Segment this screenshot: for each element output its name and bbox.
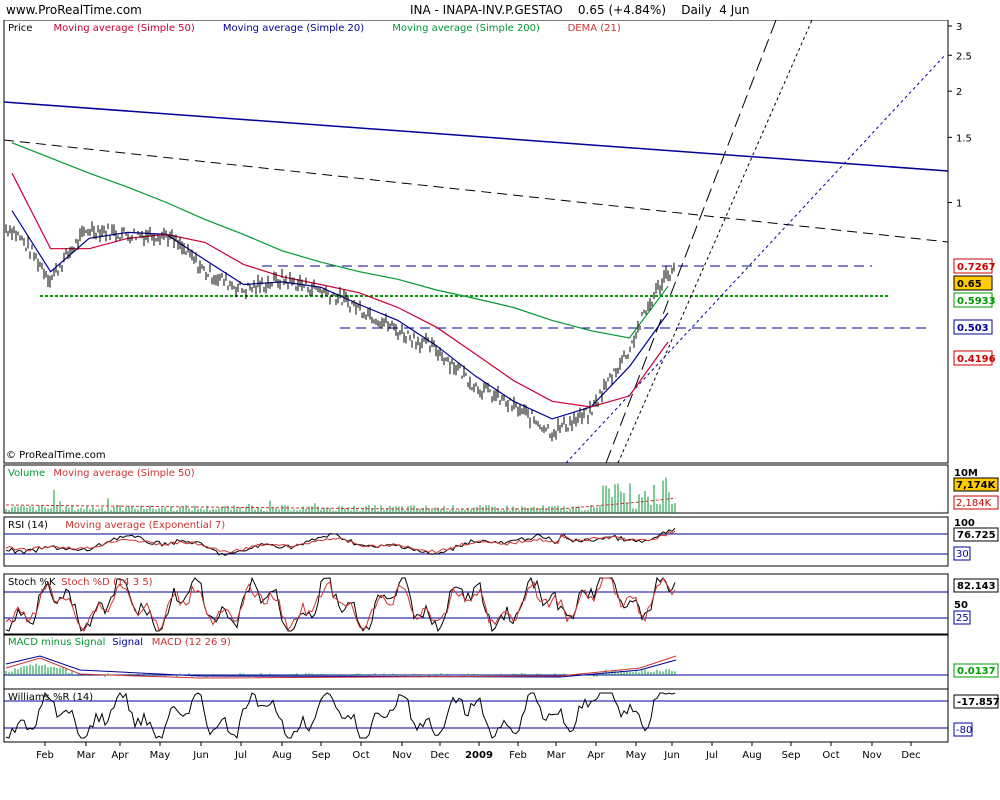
series-line-moving-average-simple-200- <box>11 142 669 339</box>
x-axis-label: Feb <box>509 750 527 761</box>
x-axis-label: Sep <box>312 750 331 761</box>
legend-rsi-item: RSI (14) <box>8 520 48 531</box>
price-value-label: 0.7267 <box>957 262 996 273</box>
price-bars <box>5 221 675 442</box>
rsi-30-label: 30 <box>956 549 969 560</box>
volume-axis-label: 10M <box>954 468 978 479</box>
rsi-value-label: 76.725 <box>957 530 996 541</box>
price-axis-label: 3 <box>956 22 962 33</box>
x-axis-label: Nov <box>862 750 882 761</box>
site-name[interactable]: www.ProRealTime.com <box>6 3 142 17</box>
x-axis-label: May <box>626 750 647 761</box>
volume-value-label: 7,174K <box>956 480 997 491</box>
price-axis-label: 2.5 <box>956 51 972 62</box>
price-axis-label: 1.5 <box>956 133 972 144</box>
x-axis-label: Jul <box>705 750 718 761</box>
stoch-value-label: 82.143 <box>957 581 996 592</box>
legend-volume-item: Moving average (Simple 50) <box>53 468 194 479</box>
trendline-blue-long <box>3 101 949 172</box>
x-axis-label: Sep <box>782 750 801 761</box>
x-axis-label: Feb <box>36 750 54 761</box>
x-axis-label: Dec <box>901 750 920 761</box>
williams-80-label: -80 <box>956 725 972 736</box>
legend-stoch-item: Stoch %D (14 3 5) <box>61 577 152 588</box>
macd-signal-line <box>5 655 677 678</box>
rsi-line <box>5 527 676 556</box>
trendline-black-dashed <box>3 139 949 243</box>
legend-macd-item: Signal <box>112 637 143 648</box>
legend-price-moving-average-simple-20-: Moving average (Simple 20) <box>223 23 364 34</box>
fan-line-1 <box>605 20 777 464</box>
x-axis-label: Jun <box>192 750 209 761</box>
copyright-label: © ProRealTime.com <box>6 450 106 461</box>
williams-value-label: -17.857 <box>957 697 1000 708</box>
x-axis-label: Oct <box>822 750 839 761</box>
panel-frame-price <box>3 20 949 464</box>
price-value-label: 0.503 <box>957 323 989 334</box>
price-value-label: 0.4196 <box>957 354 996 365</box>
x-axis-label: Apr <box>111 750 129 761</box>
legend-price-dema-21-: DEMA (21) <box>568 23 621 34</box>
chart-area[interactable]: 3 2.5 2 1.5 1 Price Moving average (Simple 50)… <box>0 20 1000 800</box>
macd-value-label: 0.0137 <box>957 666 996 677</box>
x-axis-label: 2009 <box>465 750 493 761</box>
legend-rsi-item: Moving average (Exponential 7) <box>65 520 225 531</box>
x-axis-label: Mar <box>77 750 97 761</box>
volume-average-label: 2,184K <box>956 498 992 509</box>
legend-macd-item: MACD minus Signal <box>8 637 105 648</box>
x-axis-label: Jun <box>663 750 680 761</box>
legend-price-price: Price <box>8 23 32 34</box>
price-axis-label: 1 <box>956 198 962 209</box>
williams-line <box>5 691 676 739</box>
panel-frame-will <box>3 688 949 743</box>
price-value-label: 0.5933 <box>957 296 996 307</box>
stoch-axis-label: 50 <box>954 600 968 611</box>
instrument-title: INA - INAPA-INV.P.GESTAO 0.65 (+4.84%) D… <box>410 3 750 17</box>
legend-stoch-item: Stoch %K <box>8 577 56 588</box>
fan-line-2 <box>617 20 813 464</box>
x-axis-label: Aug <box>272 750 292 761</box>
x-axis-label: Nov <box>392 750 412 761</box>
chart-header: www.ProRealTime.com INA - INAPA-INV.P.GE… <box>0 0 1000 20</box>
volume-bars <box>5 477 676 513</box>
series-line-moving-average-simple-20- <box>11 210 669 420</box>
x-axis-label: Jul <box>234 750 247 761</box>
x-axis-label: Mar <box>547 750 567 761</box>
x-axis-label: Oct <box>352 750 369 761</box>
x-axis-label: May <box>150 750 171 761</box>
fan-line-3 <box>565 53 947 464</box>
panel-frame-macd <box>3 633 949 690</box>
legend-williams-item: Williams %R (14) <box>8 692 93 703</box>
stoch-25-label: 25 <box>956 613 969 624</box>
rsi-axis-label: 100 <box>954 518 975 529</box>
price-value-label: 0.65 <box>957 279 982 290</box>
price-axis-label: 2 <box>956 87 962 98</box>
legend-volume-item: Volume <box>8 468 45 479</box>
x-axis-label: Aug <box>742 750 762 761</box>
x-axis-label: Apr <box>587 750 605 761</box>
legend-macd-item: MACD (12 26 9) <box>152 637 231 648</box>
x-axis-label: Dec <box>430 750 449 761</box>
legend-price-moving-average-simple-50-: Moving average (Simple 50) <box>54 23 195 34</box>
legend-price-moving-average-simple-200-: Moving average (Simple 200) <box>392 23 540 34</box>
